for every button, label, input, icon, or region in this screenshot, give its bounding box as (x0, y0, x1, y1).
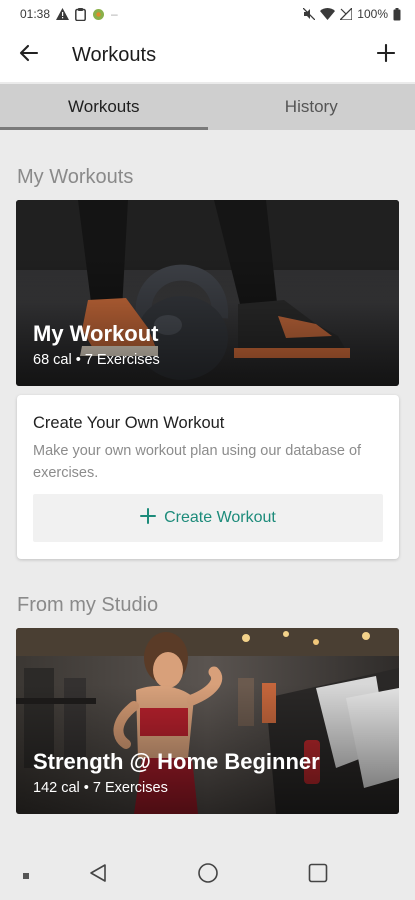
back-triangle-icon (89, 863, 107, 888)
mute-icon (303, 8, 316, 20)
studio-heading: From my Studio (17, 594, 159, 616)
create-workout-label: Create Workout (164, 509, 276, 526)
add-workout-button[interactable] (357, 28, 415, 82)
system-nav-bar (0, 850, 415, 900)
create-workout-title: Create Your Own Workout (33, 414, 225, 432)
plus-icon (376, 43, 396, 67)
recents-dot-button[interactable] (14, 850, 38, 900)
my-workouts-heading: My Workouts (17, 166, 134, 188)
create-workout-description: Make your own workout plan using our dat… (33, 443, 362, 481)
battery-icon (393, 7, 401, 21)
create-workout-card: Create Your Own Workout Make your own wo… (17, 395, 399, 559)
clipboard-icon (75, 7, 86, 21)
recents-dot-icon (23, 866, 29, 884)
nav-home-button[interactable] (190, 850, 226, 900)
wifi-icon (320, 8, 336, 20)
status-time: 01:38 (20, 7, 51, 21)
page-title: Workouts (72, 43, 157, 66)
dash-icon: – (111, 7, 118, 21)
studio-card-meta: 142 cal • 7 Exercises (33, 780, 168, 796)
alert-icon (56, 8, 70, 20)
back-button[interactable] (0, 28, 56, 82)
app-bar: Workouts (0, 28, 415, 82)
tab-workouts[interactable]: Workouts (0, 84, 208, 130)
back-arrow-icon (19, 44, 39, 67)
my-workout-card[interactable]: My Workout 68 cal • 7 Exercises (16, 200, 399, 386)
workout-card-title: My Workout (33, 321, 159, 346)
battery-percent: 100% (357, 7, 388, 21)
workouts-screen: 01:38 – 100% Workouts Workouts History M… (0, 0, 415, 900)
status-bar: 01:38 – 100% (0, 0, 415, 28)
home-circle-icon (197, 862, 219, 889)
create-workout-button[interactable]: Create Workout (33, 494, 383, 542)
nav-back-button[interactable] (80, 850, 116, 900)
plus-icon (140, 507, 157, 529)
studio-workout-card[interactable]: Strength @ Home Beginner 142 cal • 7 Exe… (16, 628, 399, 814)
app-icon (92, 8, 105, 21)
tab-bar: Workouts History (0, 84, 415, 130)
signal-icon (340, 8, 353, 20)
studio-card-title: Strength @ Home Beginner (33, 749, 320, 774)
overview-square-icon (308, 863, 328, 888)
tab-history[interactable]: History (208, 84, 415, 130)
workout-card-meta: 68 cal • 7 Exercises (33, 352, 160, 368)
nav-overview-button[interactable] (300, 850, 336, 900)
